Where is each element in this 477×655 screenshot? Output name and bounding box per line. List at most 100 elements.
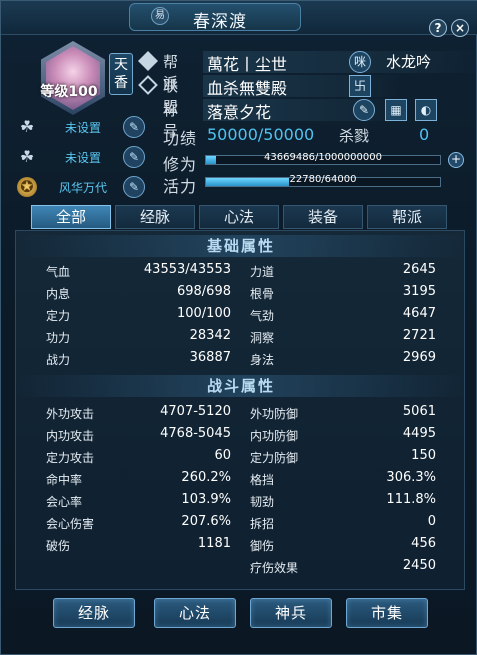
stat-value: 1181 — [197, 536, 231, 551]
stat-value: 60 — [214, 448, 231, 463]
stat-key: 御伤 — [250, 539, 275, 553]
school-badge: 天香 — [109, 53, 133, 95]
stat-value: 36887 — [189, 350, 231, 365]
stat-key: 命中率 — [46, 473, 83, 487]
stat-value: 2969 — [402, 350, 436, 365]
stat-key: 气劲 — [250, 309, 275, 323]
partner-icon[interactable]: 咪 — [349, 51, 371, 73]
stat-key: 根骨 — [250, 287, 275, 301]
merit-key: 功绩 — [163, 129, 198, 148]
stat-value: 2721 — [402, 328, 436, 343]
attributes-panel: 基础属性 气血 43553/43553 力道 2645 内息 698/698 根… — [15, 230, 466, 590]
merit-value: 50000/50000 — [207, 125, 315, 144]
basic-attributes-title: 基础属性 — [16, 235, 466, 257]
stat-value: 43553/43553 — [143, 262, 231, 277]
tab-guild[interactable]: 帮派 — [367, 205, 447, 229]
stat-value: 2450 — [402, 558, 436, 573]
cultivation-key: 修为 — [163, 155, 198, 174]
left-row-label: 未设置 — [64, 121, 101, 135]
medal-icon: ✪ — [17, 177, 37, 197]
easy-mode-icon: 易 — [151, 7, 169, 25]
stat-key: 战力 — [46, 353, 71, 367]
level-label: 等级100 — [40, 84, 98, 100]
tab-equipment[interactable]: 装备 — [283, 205, 363, 229]
meridian-button[interactable]: 经脉 — [53, 598, 135, 628]
merit-row: 功绩 50000/50000 杀戮 0 — [163, 125, 443, 148]
close-button[interactable]: × — [451, 19, 469, 37]
character-name-title: 春深渡 — [193, 12, 247, 32]
pen-icon[interactable]: ✎ — [123, 176, 145, 198]
stat-key: 疗伤效果 — [250, 561, 299, 575]
stat-key: 格挡 — [250, 473, 275, 487]
stat-value: 4495 — [402, 426, 436, 441]
stat-value: 306.3% — [386, 470, 436, 485]
stat-key: 外功攻击 — [46, 407, 95, 421]
alliance-value: 血杀無雙殿 — [207, 79, 288, 98]
combat-attributes-title: 战斗属性 — [16, 375, 466, 397]
tab-mental-art[interactable]: 心法 — [199, 205, 279, 229]
diamond-icon — [138, 51, 158, 71]
stat-key: 定力攻击 — [46, 451, 95, 465]
left-row-label: 未设置 — [64, 151, 101, 165]
tab-bar: 全部 经脉 心法 装备 帮派 — [31, 205, 449, 229]
stat-key: 功力 — [46, 331, 71, 345]
tab-meridian[interactable]: 经脉 — [115, 205, 195, 229]
stat-key: 破伤 — [46, 539, 71, 553]
grid-icon[interactable]: ▦ — [385, 99, 407, 121]
pen-icon[interactable]: ✎ — [123, 146, 145, 168]
clover-icon: ☘ — [19, 147, 35, 166]
title-bar: 易 春深渡 — [1, 1, 477, 35]
kill-key: 杀戮 — [339, 127, 370, 145]
mask-icon[interactable]: ◐ — [415, 99, 437, 121]
pen-icon[interactable]: ✎ — [123, 116, 145, 138]
diamond-outline-icon — [138, 75, 158, 95]
stat-key: 内功攻击 — [46, 429, 95, 443]
stat-value: 207.6% — [181, 514, 231, 529]
stat-value: 103.9% — [181, 492, 231, 507]
kill-value: 0 — [419, 125, 430, 144]
divine-weapon-button[interactable]: 神兵 — [250, 598, 332, 628]
stat-key: 身法 — [250, 353, 275, 367]
partner-name: 水龙吟 — [386, 53, 432, 71]
stat-value: 4707-5120 — [160, 404, 231, 419]
left-row-3: ✪ 风华万代 ✎ — [13, 175, 145, 199]
stat-key: 洞察 — [250, 331, 275, 345]
tab-all[interactable]: 全部 — [31, 205, 111, 229]
stat-key: 定力 — [46, 309, 71, 323]
stat-key: 内息 — [46, 287, 71, 301]
left-row-1: ☘ 未设置 ✎ — [13, 115, 145, 139]
left-row-label: 风华万代 — [58, 181, 107, 195]
mental-art-button[interactable]: 心法 — [154, 598, 236, 628]
stat-value: 111.8% — [386, 492, 436, 507]
stat-value: 150 — [411, 448, 436, 463]
market-button[interactable]: 市集 — [346, 598, 428, 628]
stat-key: 外功防御 — [250, 407, 299, 421]
vitality-key: 活力 — [163, 177, 198, 196]
stat-key: 气血 — [46, 265, 71, 279]
clover-icon: ☘ — [19, 117, 35, 136]
stat-value: 3195 — [402, 284, 436, 299]
stat-key: 会心率 — [46, 495, 83, 509]
stat-value: 0 — [427, 514, 436, 529]
cultivation-text: 43669486/1000000000 — [264, 152, 382, 163]
avatar[interactable] — [41, 41, 105, 117]
stat-value: 456 — [411, 536, 436, 551]
guild-value: 萬花丨尘世 — [207, 55, 288, 74]
swastika-icon[interactable]: 卐 — [349, 75, 371, 97]
stat-key: 会心伤害 — [46, 517, 95, 531]
stat-key: 韧劲 — [250, 495, 275, 509]
pen-icon[interactable]: ✎ — [353, 99, 375, 121]
vitality-row: 活力 22780/64000 — [163, 173, 453, 196]
stat-value: 28342 — [189, 328, 231, 343]
title-value: 落意夕花 — [207, 103, 272, 122]
plus-icon[interactable]: + — [448, 152, 464, 168]
stat-value: 698/698 — [176, 284, 231, 299]
help-button[interactable]: ? — [429, 19, 447, 37]
stat-value: 2645 — [402, 262, 436, 277]
left-row-2: ☘ 未设置 ✎ — [13, 145, 145, 169]
stat-value: 4768-5045 — [160, 426, 231, 441]
stat-value: 5061 — [402, 404, 436, 419]
stat-key: 力道 — [250, 265, 275, 279]
stat-key: 内功防御 — [250, 429, 299, 443]
cultivation-row: 修为 43669486/1000000000 — [163, 151, 453, 174]
